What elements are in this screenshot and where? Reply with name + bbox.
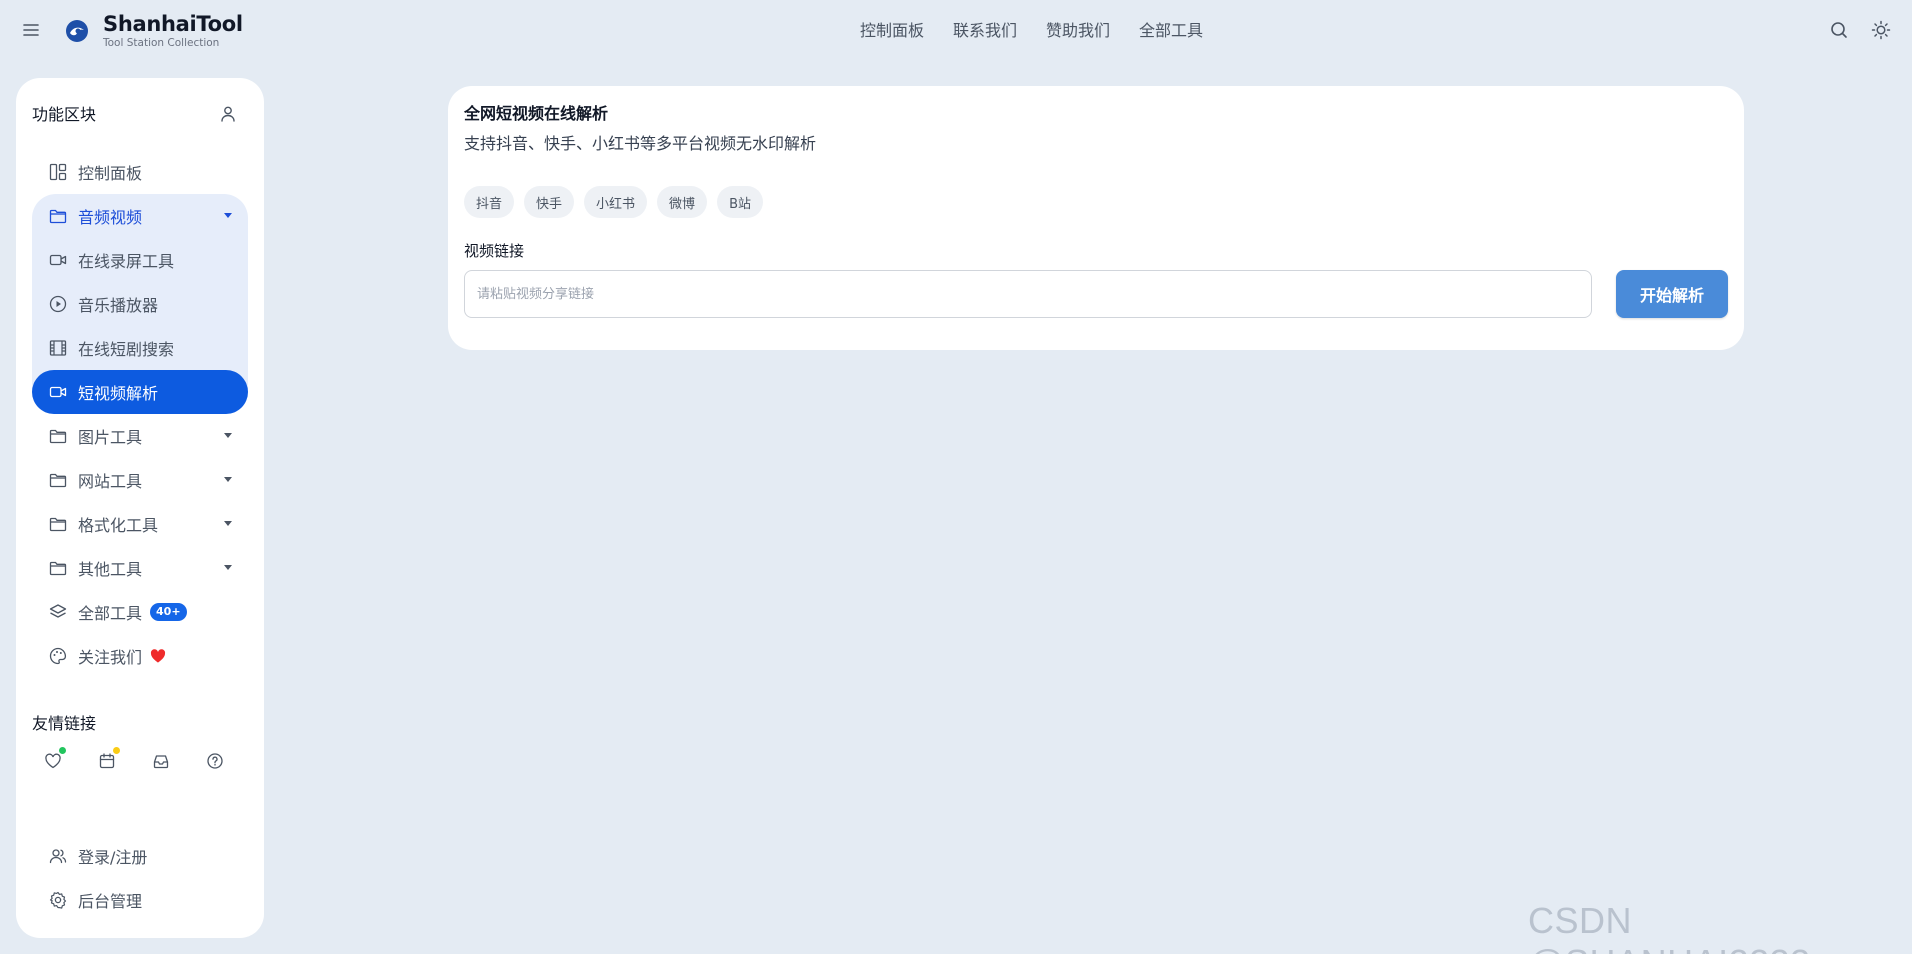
sidebar-item-follow-us[interactable]: 关注我们 <box>32 634 248 678</box>
chevron-down-icon <box>224 213 232 218</box>
topnav-all-tools[interactable]: 全部工具 <box>1139 20 1203 42</box>
sidebar-item-label: 短视频解析 <box>78 384 159 403</box>
watermark: CSDN @SHANHAI2233 <box>1528 900 1810 954</box>
chevron-down-icon <box>224 477 232 482</box>
sidebar-item-format-tools[interactable]: 格式化工具 <box>32 502 248 546</box>
sidebar-item-label: 其他工具 <box>78 560 143 579</box>
folder-icon <box>49 209 67 224</box>
folder-icon <box>49 429 67 444</box>
status-dot <box>113 747 120 754</box>
sidebar-bottom-nav: 登录/注册 后台管理 <box>32 834 248 922</box>
sidebar-item-video-parser[interactable]: 短视频解析 <box>32 370 248 414</box>
sidebar-item-label: 图片工具 <box>78 428 143 447</box>
brand-logo-icon <box>66 20 88 42</box>
sidebar-item-label: 音乐播放器 <box>78 296 159 315</box>
page-subtitle: 支持抖音、快手、小红书等多平台视频无水印解析 <box>464 134 817 153</box>
play-circle-icon <box>49 295 67 313</box>
folder-icon <box>49 473 67 488</box>
top-bar: ShanhaiTool Tool Station Collection 控制面板… <box>0 0 1912 62</box>
topnav-dashboard[interactable]: 控制面板 <box>860 20 924 42</box>
palette-icon <box>49 647 67 665</box>
sidebar-item-label: 在线短剧搜索 <box>78 340 175 359</box>
topnav-sponsor[interactable]: 赞助我们 <box>1046 20 1110 42</box>
sidebar-item-all-tools[interactable]: 全部工具 40+ <box>32 590 248 634</box>
chevron-down-icon <box>224 433 232 438</box>
top-nav: 控制面板 联系我们 赞助我们 全部工具 <box>860 20 1203 42</box>
user-icon[interactable] <box>218 104 238 124</box>
platform-chip-xiaohongshu[interactable]: 小红书 <box>584 186 648 218</box>
video-url-label: 视频链接 <box>464 242 525 260</box>
brand-subtitle: Tool Station Collection <box>103 37 220 49</box>
dashboard-icon <box>49 163 67 181</box>
folder-icon <box>49 517 67 532</box>
sidebar-item-label: 音频视频 <box>78 208 143 227</box>
heart-outline-icon[interactable] <box>44 747 66 770</box>
sidebar-item-image-tools[interactable]: 图片工具 <box>32 414 248 458</box>
sidebar-item-label: 格式化工具 <box>78 516 159 535</box>
sidebar-item-screen-recorder[interactable]: 在线录屏工具 <box>32 238 248 282</box>
video-parser-card: 全网短视频在线解析 支持抖音、快手、小红书等多平台视频无水印解析 抖音 快手 小… <box>448 86 1744 350</box>
sidebar-nav: 控制面板 音频视频 在线录屏工具 音乐播放器 在线短剧搜索 短视频解析 图片工具… <box>32 150 248 678</box>
sidebar-item-dashboard[interactable]: 控制面板 <box>32 150 248 194</box>
friend-links-title: 友情链接 <box>32 714 97 733</box>
sidebar-item-other-tools[interactable]: 其他工具 <box>32 546 248 590</box>
heart-icon <box>150 649 166 663</box>
page-title: 全网短视频在线解析 <box>464 104 609 123</box>
count-badge: 40+ <box>150 603 187 621</box>
sidebar-header: 功能区块 <box>32 102 248 128</box>
inbox-icon[interactable] <box>152 752 170 770</box>
calendar-icon[interactable] <box>98 747 120 770</box>
topnav-contact[interactable]: 联系我们 <box>953 20 1017 42</box>
sidebar-item-website-tools[interactable]: 网站工具 <box>32 458 248 502</box>
sidebar-item-label: 网站工具 <box>78 472 143 491</box>
brand[interactable]: ShanhaiTool Tool Station Collection <box>64 12 243 50</box>
settings-icon <box>49 891 67 909</box>
platform-chip-bilibili[interactable]: B站 <box>717 186 763 218</box>
sidebar-title: 功能区块 <box>32 105 97 124</box>
users-icon <box>49 849 67 864</box>
sidebar-item-music-player[interactable]: 音乐播放器 <box>32 282 248 326</box>
chevron-down-icon <box>224 565 232 570</box>
platform-chips: 抖音 快手 小红书 微博 B站 <box>464 186 763 218</box>
search-icon[interactable] <box>1828 19 1850 41</box>
platform-chip-kuaishou[interactable]: 快手 <box>524 186 575 218</box>
sidebar-item-label: 全部工具 <box>78 604 143 623</box>
sidebar-item-label: 在线录屏工具 <box>78 252 175 271</box>
chevron-down-icon <box>224 521 232 526</box>
layers-icon <box>49 604 67 618</box>
sidebar-item-label: 后台管理 <box>78 892 143 911</box>
sidebar-group-audio-video: 音频视频 在线录屏工具 音乐播放器 在线短剧搜索 短视频解析 <box>32 194 248 414</box>
video-camera-icon <box>49 254 67 266</box>
video-url-input[interactable] <box>464 270 1592 318</box>
sidebar-item-label: 关注我们 <box>78 648 143 667</box>
platform-chip-douyin[interactable]: 抖音 <box>464 186 515 218</box>
folder-icon <box>49 561 67 576</box>
platform-chip-weibo[interactable]: 微博 <box>657 186 708 218</box>
sidebar-item-label: 控制面板 <box>78 164 143 183</box>
sidebar-item-login[interactable]: 登录/注册 <box>32 834 248 878</box>
friend-links <box>44 747 224 770</box>
brand-title: ShanhaiTool <box>103 12 243 36</box>
film-icon <box>49 340 67 356</box>
hamburger-menu-icon[interactable] <box>20 19 42 41</box>
sidebar-item-audio-video[interactable]: 音频视频 <box>32 194 248 238</box>
sidebar-item-drama-search[interactable]: 在线短剧搜索 <box>32 326 248 370</box>
sidebar-item-label: 登录/注册 <box>78 848 148 867</box>
status-dot <box>59 747 66 754</box>
video-camera-icon <box>49 386 67 398</box>
start-parse-button[interactable]: 开始解析 <box>1616 270 1728 318</box>
sidebar: 功能区块 控制面板 音频视频 在线录屏工具 音乐播放器 在线短剧搜索 短视频解析… <box>16 78 264 938</box>
theme-toggle-sun-icon[interactable] <box>1870 19 1892 41</box>
help-circle-icon[interactable] <box>206 752 224 770</box>
sidebar-item-admin[interactable]: 后台管理 <box>32 878 248 922</box>
